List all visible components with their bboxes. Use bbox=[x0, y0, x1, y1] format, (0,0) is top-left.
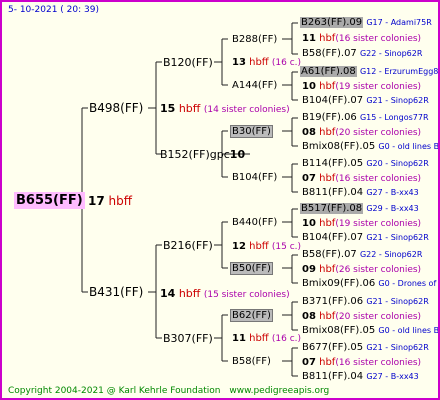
root-count: 17 bbox=[88, 194, 105, 208]
gen3-node[interactable]: B104(FF) bbox=[232, 171, 277, 185]
gen1-sisters: 15 hbff (14 sister colonies) bbox=[160, 102, 290, 115]
gen3-node[interactable]: B62(FF) bbox=[230, 309, 273, 323]
gen3-node[interactable]: B440(FF) bbox=[232, 216, 277, 230]
gen4-node[interactable]: A61(FF).08 G12 - ErzurumEgg8 bbox=[300, 65, 438, 79]
copyright-text: Copyright 2004-2021 @ Karl Kehrle Founda… bbox=[8, 386, 221, 396]
gen4-node[interactable]: B104(FF).07 G21 - Sinop62R bbox=[302, 231, 429, 245]
report-date: 5- 10-2021 ( 20: 39) bbox=[8, 5, 99, 15]
root-queen[interactable]: B655(FF) bbox=[14, 192, 85, 209]
gen4-node[interactable]: B19(FF).06 G15 - Longos77R bbox=[302, 111, 429, 125]
gen3-node[interactable]: A144(FF) bbox=[232, 79, 277, 93]
gen2-node[interactable]: B307(FF) bbox=[163, 332, 213, 346]
gen3-node[interactable]: B288(FF) bbox=[232, 33, 277, 47]
gen4-sisters: 07 hbf(16 sister colonies) bbox=[302, 173, 422, 184]
gen4-node[interactable]: B677(FF).05 G21 - Sinop62R bbox=[302, 341, 429, 355]
gen4-sisters: 10 hbf(19 sister colonies) bbox=[302, 81, 422, 92]
gen4-node[interactable]: B58(FF).07 G22 - Sinop62R bbox=[302, 248, 422, 262]
gen3-node[interactable]: B30(FF) bbox=[230, 125, 273, 139]
site-link[interactable]: www.pedigreeapis.org bbox=[229, 386, 329, 396]
root-code: B655(FF) bbox=[14, 192, 85, 209]
gen3-node[interactable]: B50(FF) bbox=[230, 262, 273, 276]
gen4-node[interactable]: B811(FF).04 G27 - B-xx43 bbox=[302, 186, 419, 200]
gen4-node[interactable]: B114(FF).05 G20 - Sinop62R bbox=[302, 157, 429, 171]
root-hb: hbff bbox=[108, 194, 133, 208]
gen4-sisters: 08 hbf(20 sister colonies) bbox=[302, 127, 422, 138]
gen4-node[interactable]: B263(FF).09 G17 - Adami75R bbox=[300, 16, 432, 30]
gen4-node[interactable]: B517(FF).08 G29 - B-xx43 bbox=[300, 202, 419, 216]
gen2-sisters: 11 hbff (16 c.) bbox=[232, 333, 302, 344]
gen2-node[interactable]: B216(FF) bbox=[163, 239, 213, 253]
gen4-node[interactable]: B58(FF).07 G22 - Sinop62R bbox=[302, 47, 422, 61]
footer: Copyright 2004-2021 @ Karl Kehrle Founda… bbox=[8, 384, 329, 398]
gen4-sisters: 07 hbf(16 sister colonies) bbox=[302, 357, 422, 368]
root-sisters: 17 hbff bbox=[88, 194, 132, 208]
gen4-node[interactable]: Bmix08(FF).05 G0 - old lines B bbox=[302, 324, 438, 338]
gen1-node[interactable]: B498(FF) bbox=[89, 101, 143, 115]
gen2-sisters: 12 hbff (15 c.) bbox=[232, 241, 302, 252]
gen1-sisters: 14 hbff (15 sister colonies) bbox=[160, 287, 290, 300]
pedigree-chart: 5- 10-2021 ( 20: 39) B655(FF) 17 hbff B4… bbox=[0, 0, 440, 400]
gen2-node[interactable]: B120(FF) bbox=[163, 56, 213, 70]
gen4-node[interactable]: B811(FF).04 G27 - B-xx43 bbox=[302, 370, 419, 384]
gen2-sisters: 13 hbff (16 c.) bbox=[232, 57, 302, 68]
gen4-sisters: 08 hbf(20 sister colonies) bbox=[302, 311, 422, 322]
gen4-sisters: 11 hbf(16 sister colonies) bbox=[302, 33, 422, 44]
gen4-node[interactable]: Bmix09(FF).06 G0 - Drones of t bbox=[302, 277, 438, 291]
gen4-sisters: 10 hbf(19 sister colonies) bbox=[302, 218, 422, 229]
gen4-sisters: 09 hbf(26 sister colonies) bbox=[302, 264, 422, 275]
gen4-node[interactable]: B104(FF).07 G21 - Sinop62R bbox=[302, 94, 429, 108]
gen4-node[interactable]: B371(FF).06 G21 - Sinop62R bbox=[302, 295, 429, 309]
gen2-node[interactable]: B152(FF)gpc10 bbox=[160, 148, 245, 162]
gen3-node[interactable]: B58(FF) bbox=[232, 355, 271, 369]
gen1-node[interactable]: B431(FF) bbox=[89, 285, 143, 299]
gen4-node[interactable]: Bmix08(FF).05 G0 - old lines B bbox=[302, 140, 438, 154]
